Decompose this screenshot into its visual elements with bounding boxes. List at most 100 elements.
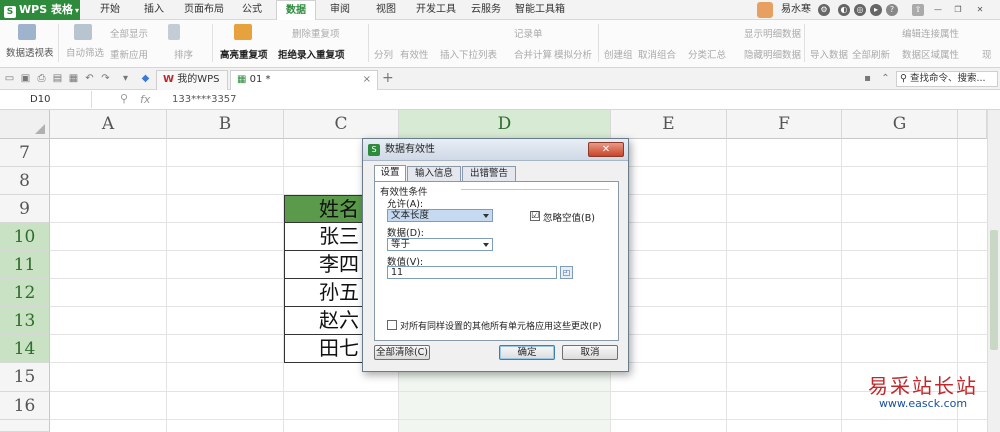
- show-all-button[interactable]: 全部显示: [110, 26, 148, 40]
- close-tab-icon[interactable]: ×: [363, 71, 371, 89]
- help-icon[interactable]: ?: [886, 4, 898, 16]
- subtotal-button[interactable]: 分类汇总: [688, 47, 726, 61]
- row-header-8[interactable]: 8: [0, 167, 50, 195]
- column-header-g[interactable]: G: [842, 110, 958, 139]
- ok-button[interactable]: 确定: [499, 345, 555, 360]
- clear-all-button[interactable]: 全部清除(C): [374, 345, 430, 360]
- pivot-table-button[interactable]: 数据透视表: [6, 45, 54, 59]
- column-header-a[interactable]: A: [50, 110, 167, 139]
- record-form-button[interactable]: 记录单: [514, 26, 543, 40]
- column-header-d[interactable]: D: [399, 110, 611, 139]
- autofilter-button[interactable]: 自动筛选: [66, 45, 104, 59]
- search-commands-input[interactable]: ⚲ 查找命令、搜索...: [896, 71, 998, 87]
- menu-cloud[interactable]: 云服务: [464, 0, 508, 20]
- row-header-9[interactable]: 9: [0, 195, 50, 223]
- tab-my-wps[interactable]: W 我的WPS: [156, 70, 228, 90]
- hide-detail-button[interactable]: 隐藏明细数据: [744, 47, 801, 61]
- edit-connection-button[interactable]: 编辑连接属性: [902, 26, 959, 40]
- data-select[interactable]: 等于: [387, 238, 493, 251]
- column-header-f[interactable]: F: [727, 110, 842, 139]
- column-header-b[interactable]: B: [167, 110, 284, 139]
- ribbon-overflow-button[interactable]: 现: [982, 47, 992, 61]
- row-header-13[interactable]: 13: [0, 307, 50, 335]
- menu-page-layout[interactable]: 页面布局: [178, 0, 230, 20]
- row-header-12[interactable]: 12: [0, 279, 50, 307]
- delete-duplicates-button[interactable]: 删除重复项: [292, 26, 340, 40]
- scrollbar-thumb[interactable]: [990, 230, 998, 350]
- split-column-button[interactable]: 分列: [374, 47, 393, 61]
- redo-icon[interactable]: ↷: [100, 73, 111, 84]
- vertical-scrollbar[interactable]: [987, 110, 1000, 432]
- tab-input-message[interactable]: 输入信息: [407, 166, 461, 181]
- cube-icon[interactable]: ◆: [140, 73, 151, 84]
- panel-icon[interactable]: ▪: [862, 73, 873, 84]
- validity-button[interactable]: 有效性: [400, 47, 429, 61]
- create-group-button[interactable]: 创建组: [604, 47, 633, 61]
- formula-input[interactable]: 133****3357: [172, 91, 237, 108]
- format-painter-icon[interactable]: ▦: [68, 73, 79, 84]
- select-all-corner[interactable]: [0, 110, 50, 139]
- app-menu-button[interactable]: S WPS 表格 ▾: [0, 0, 80, 20]
- range-properties-button[interactable]: 数据区域属性: [902, 47, 959, 61]
- tab-settings[interactable]: 设置: [374, 165, 406, 181]
- expand-icon[interactable]: ⌃: [880, 73, 891, 84]
- menu-view[interactable]: 视图: [366, 0, 406, 20]
- share-icon[interactable]: ▸: [870, 4, 882, 16]
- menu-smart-tools[interactable]: 智能工具箱: [508, 0, 572, 20]
- ignore-blank-checkbox[interactable]: ☑: [530, 211, 540, 221]
- row-header-10[interactable]: 10: [0, 223, 50, 251]
- print-preview-icon[interactable]: ▤: [52, 73, 63, 84]
- settings-icon[interactable]: ⚙: [818, 4, 830, 16]
- what-if-button[interactable]: 模拟分析: [554, 47, 592, 61]
- fx-icon[interactable]: fx: [140, 91, 150, 108]
- reapply-button[interactable]: 重新应用: [110, 47, 148, 61]
- menu-formula[interactable]: 公式: [232, 0, 272, 20]
- user-name[interactable]: 易水寒: [778, 0, 814, 20]
- tab-error-alert[interactable]: 出错警告: [462, 166, 516, 181]
- allow-select[interactable]: 文本长度: [387, 209, 493, 222]
- tab-document[interactable]: ▦ 01 * ×: [230, 70, 378, 90]
- row-header-7[interactable]: 7: [0, 139, 50, 167]
- pin-icon[interactable]: ⇧: [912, 4, 924, 16]
- row-header-11[interactable]: 11: [0, 251, 50, 279]
- import-data-button[interactable]: 导入数据: [810, 47, 848, 61]
- menu-home[interactable]: 开始: [90, 0, 130, 20]
- theme-icon[interactable]: ◐: [838, 4, 850, 16]
- column-header-e[interactable]: E: [611, 110, 727, 139]
- minimize-icon[interactable]: —: [932, 4, 944, 16]
- reject-duplicates-button[interactable]: 拒绝录入重复项: [278, 47, 345, 61]
- row-header-17[interactable]: [0, 420, 50, 432]
- column-header-partial[interactable]: [958, 110, 987, 139]
- user-avatar[interactable]: [757, 2, 773, 18]
- close-window-icon[interactable]: ✕: [974, 4, 986, 16]
- print-icon[interactable]: ⎙: [36, 73, 47, 84]
- row-header-15[interactable]: 15: [0, 363, 50, 392]
- menu-review[interactable]: 审阅: [320, 0, 360, 20]
- consolidate-button[interactable]: 合并计算: [514, 47, 552, 61]
- dialog-titlebar[interactable]: S 数据有效性 ✕: [363, 139, 628, 161]
- zoom-search-icon[interactable]: ⚲: [120, 92, 128, 105]
- highlight-duplicates-button[interactable]: 高亮重复项: [220, 47, 268, 61]
- save-icon[interactable]: ▣: [20, 73, 31, 84]
- menu-insert[interactable]: 插入: [135, 0, 173, 20]
- cancel-button[interactable]: 取消: [562, 345, 618, 360]
- range-select-icon[interactable]: ◰: [560, 266, 573, 279]
- sort-button[interactable]: 排序: [174, 47, 193, 61]
- restore-icon[interactable]: ❐: [952, 4, 964, 16]
- dialog-close-button[interactable]: ✕: [588, 142, 624, 157]
- show-detail-button[interactable]: 显示明细数据: [744, 26, 801, 40]
- row-header-14[interactable]: 14: [0, 335, 50, 363]
- new-tab-icon[interactable]: +: [382, 71, 394, 85]
- ungroup-button[interactable]: 取消组合: [638, 47, 676, 61]
- row-header-16[interactable]: 16: [0, 392, 50, 420]
- apply-to-all-checkbox[interactable]: [387, 320, 397, 330]
- column-header-c[interactable]: C: [284, 110, 399, 139]
- undo-icon[interactable]: ↶: [84, 73, 95, 84]
- menu-data[interactable]: 数据: [276, 0, 316, 21]
- open-icon[interactable]: ▭: [4, 73, 15, 84]
- name-box[interactable]: D10: [0, 91, 92, 108]
- customize-dropdown-icon[interactable]: ▾: [120, 73, 131, 84]
- menu-developer[interactable]: 开发工具: [410, 0, 462, 20]
- skin-icon[interactable]: ◎: [854, 4, 866, 16]
- value-input[interactable]: 11: [387, 266, 557, 279]
